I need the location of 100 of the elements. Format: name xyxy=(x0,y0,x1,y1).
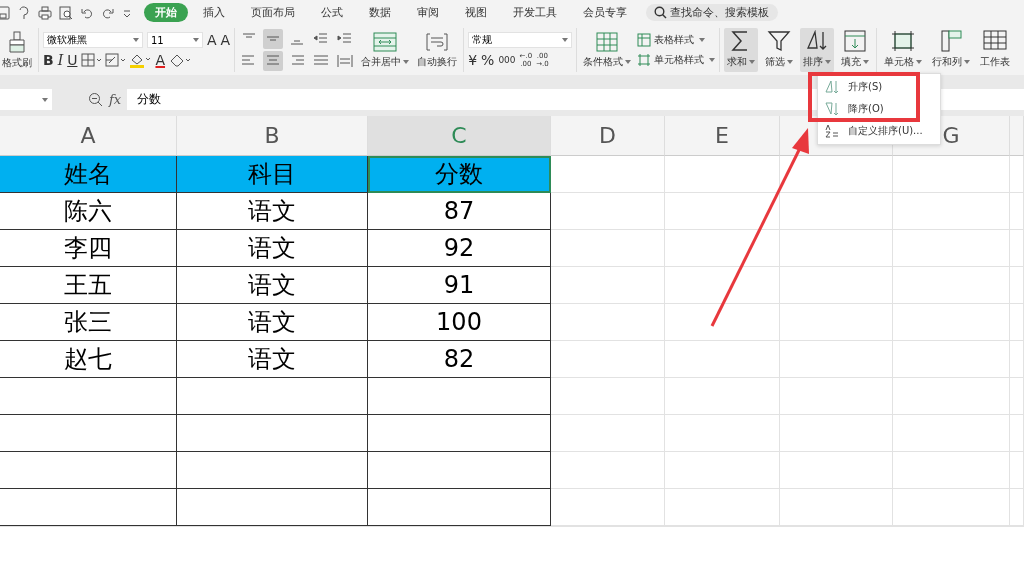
table-cell: 李四 xyxy=(0,230,177,267)
conditional-format-button[interactable]: 条件格式 xyxy=(581,31,634,69)
percent-button[interactable]: % xyxy=(481,52,495,68)
alignment-icon[interactable] xyxy=(263,29,284,49)
menu-tab[interactable]: 审阅 xyxy=(406,3,450,22)
merge-cells-icon xyxy=(373,31,398,52)
custom-sort-icon xyxy=(824,124,840,138)
empty-cell xyxy=(1010,452,1024,489)
function-label[interactable]: fx xyxy=(109,92,122,107)
column-header[interactable]: B xyxy=(177,116,368,156)
empty-cell xyxy=(1010,267,1024,304)
shrink-font-button[interactable]: A xyxy=(220,32,231,48)
cell-style-icon xyxy=(637,53,652,67)
sort-descending-icon xyxy=(824,102,840,116)
empty-cell xyxy=(1010,378,1024,415)
ribbon-tool-button[interactable]: 求和 xyxy=(724,28,759,72)
empty-cell xyxy=(1010,304,1024,341)
menu-tab[interactable]: 页面布局 xyxy=(240,3,306,22)
caret-icon xyxy=(787,60,794,64)
cell-style-button[interactable]: 单元格样式 xyxy=(637,53,716,67)
print-icon[interactable] xyxy=(38,5,52,20)
ribbon-tool-button[interactable]: 筛选 xyxy=(762,28,797,72)
font-color-button[interactable]: A xyxy=(155,52,166,68)
caret-icon xyxy=(749,60,756,64)
ribbon-tool-button[interactable]: 单元格 xyxy=(881,28,926,72)
caret-icon xyxy=(403,59,410,64)
caret-icon xyxy=(133,38,139,42)
font-size-dropdown[interactable]: 11 xyxy=(147,32,203,48)
rows-columns-icon xyxy=(939,30,964,52)
sort-ascending-icon xyxy=(824,80,840,94)
table-cell: 92 xyxy=(368,230,551,267)
sheet-icon xyxy=(983,30,1008,52)
thousands-separator-button[interactable]: 000 xyxy=(498,52,516,68)
cell-icon xyxy=(891,30,916,52)
empty-cell xyxy=(1010,193,1024,230)
funnel-icon xyxy=(767,30,792,52)
menu-tab[interactable]: 插入 xyxy=(192,3,236,22)
italic-button[interactable]: I xyxy=(57,52,64,68)
caret-icon xyxy=(562,38,569,42)
wrap-text-icon xyxy=(425,31,450,52)
menu-tab[interactable]: 视图 xyxy=(454,3,498,22)
ribbon-tool-button[interactable]: 行和列 xyxy=(929,28,974,72)
grid-table-icon xyxy=(596,31,619,52)
caret-icon xyxy=(709,58,716,62)
caret-icon xyxy=(916,60,923,64)
caret-icon xyxy=(193,38,199,42)
table-cell: 语文 xyxy=(177,193,368,230)
fill-down-icon xyxy=(843,30,868,52)
merge-center-button[interactable]: 合并居中 xyxy=(359,31,412,69)
eraser-icon[interactable] xyxy=(169,53,192,67)
menu-tab[interactable]: 会员专享 xyxy=(572,3,638,22)
table-cell: 王五 xyxy=(0,267,177,304)
table-cell: 87 xyxy=(368,193,551,230)
grow-font-button[interactable]: A xyxy=(207,32,217,48)
format-painter-button[interactable]: 格式刷 xyxy=(0,30,34,70)
column-header[interactable]: E xyxy=(665,116,780,156)
empty-cell xyxy=(1010,341,1024,378)
fill-pattern-icon[interactable] xyxy=(105,53,126,67)
menu-tab[interactable]: 公式 xyxy=(310,3,354,22)
brush-icon xyxy=(7,30,27,53)
alignment-icon[interactable] xyxy=(263,51,284,71)
table-style-icon xyxy=(637,33,652,47)
caret-icon xyxy=(863,60,870,64)
font-name-dropdown[interactable]: 微软雅黑 xyxy=(43,32,143,48)
ribbon-tool-button[interactable]: 工作表 xyxy=(977,28,1014,72)
caret-icon xyxy=(42,97,48,102)
zoom-icon[interactable] xyxy=(88,92,103,107)
table-cell: 语文 xyxy=(177,341,368,378)
bold-button[interactable]: B xyxy=(43,52,54,68)
table-cell: 张三 xyxy=(0,304,177,341)
table-cell: 82 xyxy=(368,341,551,378)
ribbon-tool-button[interactable]: 填充 xyxy=(838,28,873,72)
table-cell: 语文 xyxy=(177,304,368,341)
table-cell: 陈六 xyxy=(0,193,177,230)
empty-cell xyxy=(1010,489,1024,526)
number-format-dropdown[interactable]: 常规 xyxy=(468,32,573,48)
column-header[interactable]: D xyxy=(551,116,665,156)
menu-tab[interactable]: 开发工具 xyxy=(502,3,568,22)
currency-button[interactable]: ¥ xyxy=(468,52,478,68)
borders-icon[interactable] xyxy=(81,53,102,67)
ribbon-tool-button[interactable]: 排序 xyxy=(800,28,835,72)
search-field[interactable]: 查找命令、搜索模板 xyxy=(646,4,778,21)
empty-cell xyxy=(1010,230,1024,267)
empty-cell xyxy=(1010,415,1024,452)
wrap-text-button[interactable]: 自动换行 xyxy=(415,31,460,69)
header-cell: 分数 xyxy=(368,156,551,193)
header-cell: 科目 xyxy=(177,156,368,193)
caret-icon xyxy=(825,60,832,64)
table-cell: 语文 xyxy=(177,267,368,304)
table-cell: 91 xyxy=(368,267,551,304)
table-cell: 语文 xyxy=(177,230,368,267)
save-icon[interactable] xyxy=(0,5,10,20)
column-header[interactable]: A xyxy=(0,116,177,156)
table-style-button[interactable]: 表格样式 xyxy=(637,33,716,47)
underline-button[interactable]: U xyxy=(67,52,78,68)
table-cell: 100 xyxy=(368,304,551,341)
caret-icon xyxy=(964,60,971,64)
fill-color-icon[interactable] xyxy=(129,52,152,68)
menu-tab[interactable]: 数据 xyxy=(358,3,402,22)
print-preview-icon[interactable] xyxy=(59,5,73,20)
